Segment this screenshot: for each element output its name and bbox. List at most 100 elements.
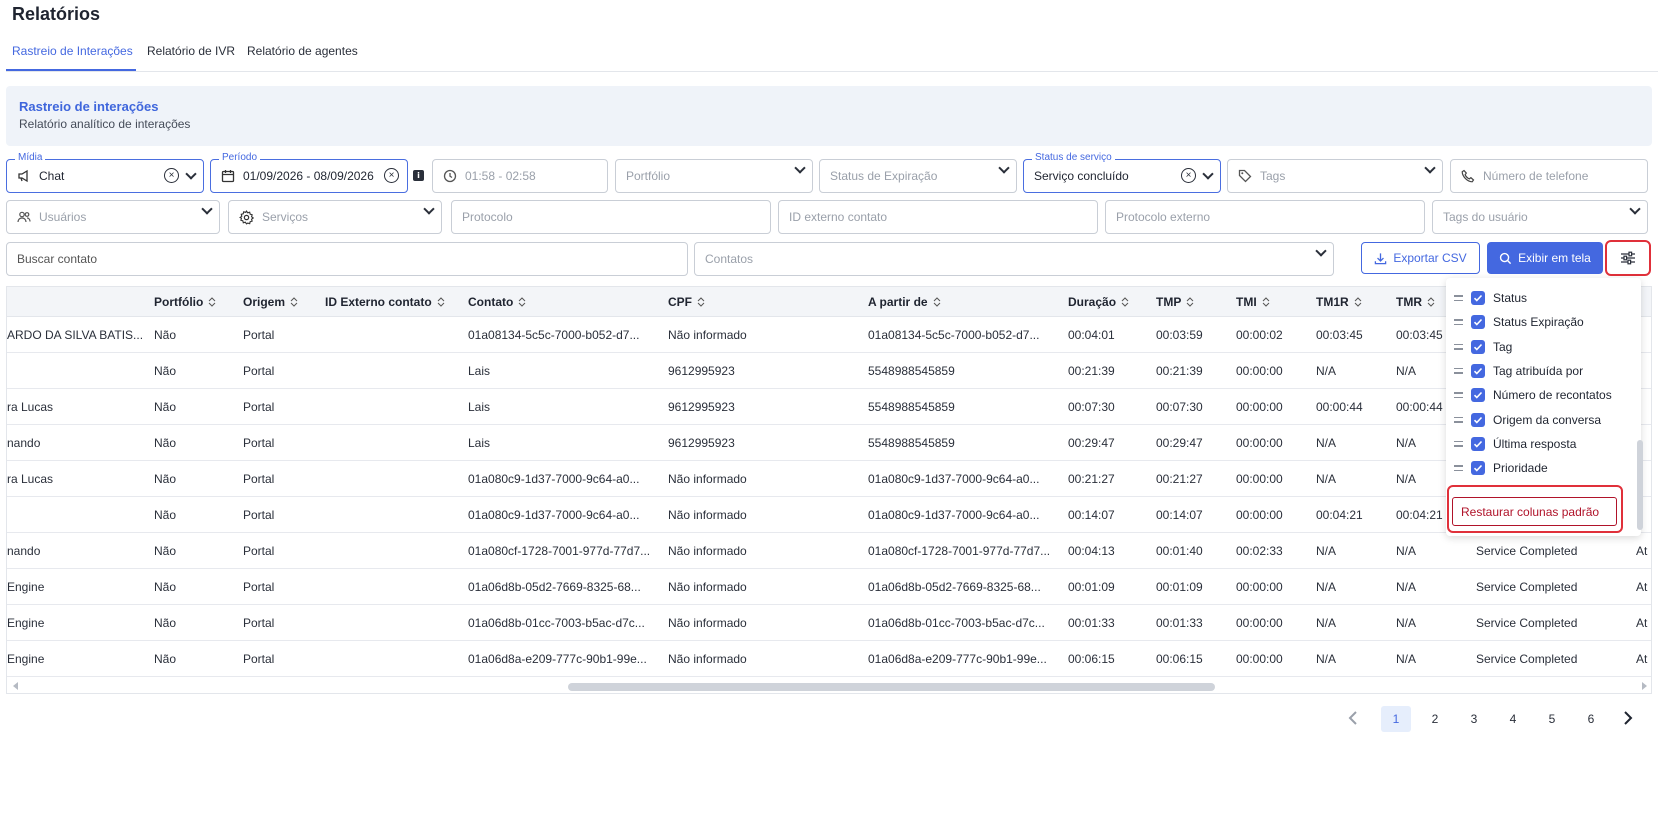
table-row[interactable]: nando Não Portal Lais 9612995923 554898854585… [7,425,1651,461]
telefone-field[interactable]: Número de telefone [1450,159,1648,193]
usuarios-select[interactable]: Usuários [6,200,220,234]
column-header[interactable]: ID Externo contato [325,295,445,309]
column-header[interactable]: Portfólio [154,295,216,309]
prev-page-icon[interactable] [1348,710,1358,729]
cell-tmp: 00:01:40 [1156,544,1203,558]
show-on-screen-button[interactable]: Exibir em tela [1487,242,1603,274]
midia-select[interactable]: Mídia Chat × [6,152,204,193]
page-button[interactable]: 2 [1420,706,1450,732]
servicos-select[interactable]: Serviços [228,200,442,234]
chevron-down-icon[interactable] [201,203,213,215]
protocolo-field[interactable]: Protocolo [451,200,771,234]
drag-handle-icon[interactable] [1454,367,1463,374]
checkbox-checked-icon[interactable] [1471,388,1485,403]
next-page-icon[interactable] [1623,710,1633,729]
buscar-contato-input[interactable]: Buscar contato [6,242,688,276]
status-servico-select[interactable]: Status de serviço Serviço concluído × [1023,152,1221,193]
checkbox-checked-icon[interactable] [1471,412,1485,427]
column-header[interactable]: TMR [1396,295,1435,309]
restore-default-columns-button[interactable]: Restaurar colunas padrão [1452,497,1617,526]
phone-icon [1461,169,1475,183]
drag-handle-icon[interactable] [1454,416,1463,423]
drag-handle-icon[interactable] [1454,319,1463,326]
chevron-down-icon[interactable] [1315,245,1327,257]
column-option[interactable]: Tag atribuída por [1454,361,1583,381]
time-range-field[interactable]: 01:58 - 02:58 [432,159,608,193]
column-option[interactable]: Status Expiração [1454,312,1584,332]
chevron-down-icon[interactable] [1629,203,1641,215]
table-row[interactable]: nando Não Portal 01a080cf-1728-7001-977d-77… [7,533,1651,569]
column-option[interactable]: Tag [1454,337,1512,357]
scrollbar-thumb[interactable] [568,683,1215,691]
chevron-down-icon[interactable] [794,162,806,174]
column-option[interactable]: Prioridade [1454,458,1548,478]
drag-handle-icon[interactable] [1454,295,1463,301]
contatos-select[interactable]: Contatos [694,242,1334,276]
column-header[interactable]: TMI [1236,295,1270,309]
checkbox-checked-icon[interactable] [1471,436,1485,451]
chevron-down-icon[interactable] [998,162,1010,174]
protocolo-externo-field[interactable]: Protocolo externo [1105,200,1425,234]
table-row[interactable]: Não Portal 01a080c9-1d37-7000-9c64-a0... Nã… [7,497,1651,533]
cell-duracao: 00:06:15 [1068,652,1115,666]
table-row[interactable]: ra Lucas Não Portal 01a080c9-1d37-7000-9c64… [7,461,1651,497]
drag-handle-icon[interactable] [1454,440,1463,447]
column-option[interactable]: Número de recontatos [1454,385,1612,405]
cell-tmi: 00:00:00 [1236,400,1283,414]
column-header[interactable]: Contato [468,295,526,309]
drag-handle-icon[interactable] [1454,465,1463,472]
midia-legend: Mídia [15,152,46,163]
status-expiracao-select[interactable]: Status de Expiração [819,159,1017,193]
tags-usuario-select[interactable]: Tags do usuário [1432,200,1648,234]
column-header[interactable]: Origem [243,295,298,309]
column-header[interactable]: TM1R [1316,295,1362,309]
page-button[interactable]: 5 [1537,706,1567,732]
chevron-down-icon[interactable] [1202,167,1214,180]
tab-agentes[interactable]: Relatório de agentes [247,44,358,58]
column-settings-button[interactable] [1605,240,1651,276]
tags-select[interactable]: Tags [1227,159,1443,193]
column-header[interactable]: Duração [1068,295,1129,309]
tab-rastreio[interactable]: Rastreio de Interações [12,44,133,58]
chevron-down-icon[interactable] [423,203,435,215]
page-button[interactable]: 6 [1576,706,1606,732]
checkbox-checked-icon[interactable] [1471,461,1485,476]
checkbox-checked-icon[interactable] [1471,363,1485,378]
table-row[interactable]: ARDO DA SILVA BATIS... Não Portal 01a08134-… [7,317,1651,353]
page-button[interactable]: 4 [1498,706,1528,732]
clear-icon[interactable]: × [384,168,399,183]
chevron-down-icon[interactable] [185,167,197,180]
checkbox-checked-icon[interactable] [1471,315,1485,330]
drag-handle-icon[interactable] [1454,343,1463,350]
tab-ivr[interactable]: Relatório de IVR [147,44,235,58]
periodo-field[interactable]: Período 01/09/2026 - 08/09/2026 × [210,152,408,193]
column-header[interactable]: A partir de [868,295,941,309]
export-csv-button[interactable]: Exportar CSV [1361,242,1480,274]
cell-status: Service Completed [1476,652,1578,666]
clear-icon[interactable]: × [164,168,179,183]
column-header[interactable]: TMP [1156,295,1194,309]
column-option[interactable]: Status [1454,288,1527,308]
drag-handle-icon[interactable] [1454,392,1463,399]
table-row[interactable]: Engine Não Portal 01a06d8b-01cc-7003-b5ac-d… [7,605,1651,641]
chevron-down-icon[interactable] [1424,162,1436,174]
portfolio-select[interactable]: Portfólio [615,159,813,193]
table-row[interactable]: ra Lucas Não Portal Lais 9612995923 554898854… [7,389,1651,425]
horizontal-scrollbar[interactable] [7,679,1651,693]
column-header[interactable]: CPF [668,295,705,309]
table-row[interactable]: Não Portal Lais 9612995923 5548988545859 00:2… [7,353,1651,389]
page-button[interactable]: 1 [1381,706,1411,732]
column-option[interactable]: Última resposta [1454,434,1576,454]
table-row[interactable]: Engine Não Portal 01a06d8a-e209-777c-90b1-9… [7,641,1651,677]
table-row[interactable]: Engine Não Portal 01a06d8b-05d2-7669-8325-6… [7,569,1651,605]
checkbox-checked-icon[interactable] [1471,339,1485,354]
clear-icon[interactable]: × [1181,168,1196,183]
column-option[interactable]: Origem da conversa [1454,410,1601,430]
vertical-scrollbar-thumb[interactable] [1637,440,1643,530]
id-externo-field[interactable]: ID externo contato [778,200,1098,234]
page-button[interactable]: 3 [1459,706,1489,732]
checkbox-checked-icon[interactable] [1471,291,1485,305]
info-icon[interactable]: i [413,170,424,181]
cell-tmp: 00:07:30 [1156,400,1203,414]
cell-tm1r: N/A [1316,580,1337,594]
